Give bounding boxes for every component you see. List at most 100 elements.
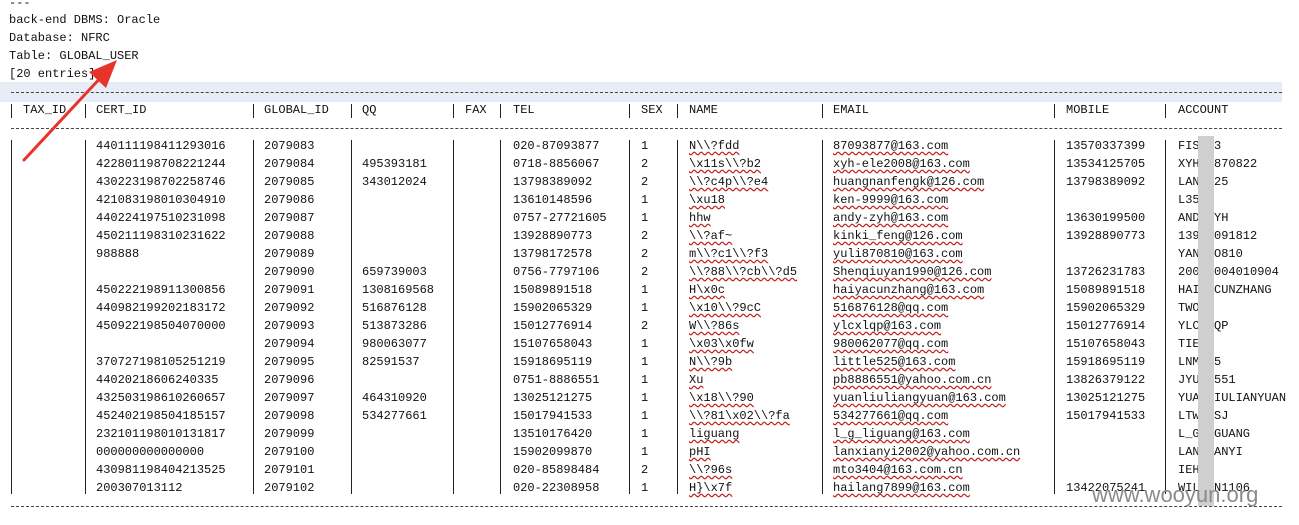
cell-cert-id: 440982199202183172 <box>96 301 226 315</box>
column-separator <box>1054 140 1055 494</box>
column-separator <box>629 140 630 494</box>
cell-sex: 2 <box>641 157 649 171</box>
cell-email: 516876128@qq.com <box>833 301 949 315</box>
cell-sex: 1 <box>641 139 649 153</box>
cell-email: haiyacunzhang@163.com <box>833 283 985 297</box>
cell-account: LANXIANYI <box>1178 443 1294 461</box>
cell-mobile: 13826379122 <box>1066 373 1146 387</box>
cell-sex: 1 <box>641 427 649 441</box>
column-header-qq: QQ <box>362 103 377 117</box>
header-column-separator <box>1165 104 1166 118</box>
cell-global-id: 2079099 <box>264 427 315 441</box>
cell-name: \xu18 <box>689 193 726 207</box>
entries-line: [20 entries] <box>9 67 96 81</box>
cell-mobile: 15918695119 <box>1066 355 1146 369</box>
cell-account: L3510 <box>1178 193 1215 207</box>
cell-tel: 0718-8856067 <box>513 157 600 171</box>
cell-qq: 1308169568 <box>362 283 435 297</box>
cell-email: lanxianyi2002@yahoo.com.cn <box>833 445 1021 459</box>
cell-name: m\\?c1\\?f3 <box>689 247 769 261</box>
cell-name: \\?96s <box>689 463 733 477</box>
column-separator <box>500 140 501 494</box>
cell-sex: 1 <box>641 391 649 405</box>
cell-mobile: 13630199500 <box>1066 211 1146 225</box>
cell-name: \\?81\x02\\?fa <box>689 409 790 423</box>
header-column-separator <box>1054 104 1055 118</box>
header-column-separator <box>253 104 254 118</box>
cell-tel: 0757-27721605 <box>513 211 607 225</box>
cell-qq: 82591537 <box>362 355 420 369</box>
column-separator <box>11 140 12 494</box>
cell-name: \x18\\?90 <box>689 391 754 405</box>
cell-sex: 2 <box>641 265 649 279</box>
cell-account: LNM525 <box>1178 353 1294 371</box>
cell-cert-id: 450211198310231622 <box>96 229 226 243</box>
column-separator <box>1165 140 1166 494</box>
cell-cert-id: 430981198404213525 <box>96 463 226 477</box>
cell-name: pHI <box>689 445 711 459</box>
cell-tel: 13610148596 <box>513 193 593 207</box>
cell-account: LTWNPSJ <box>1178 407 1294 425</box>
cell-qq: 464310920 <box>362 391 427 405</box>
cell-sex: 1 <box>641 409 649 423</box>
cell-mobile: 15012776914 <box>1066 319 1146 333</box>
header-column-separator <box>85 104 86 118</box>
cell-tel: 15089891518 <box>513 283 593 297</box>
cell-cert-id: 440224197510231098 <box>96 211 226 225</box>
cell-account: YLCXLQP <box>1178 317 1294 335</box>
scrollbar-thumb[interactable] <box>1198 136 1214 506</box>
cell-email: ylcxlqp@163.com <box>833 319 942 333</box>
cell-account: YUANLIULIANYUAN <box>1178 391 1287 405</box>
cell-name: Xu <box>689 373 704 387</box>
cell-account: HAIYACUNZHANG <box>1178 283 1272 297</box>
cell-email: little525@163.com <box>833 355 956 369</box>
header-column-separator <box>677 104 678 118</box>
cell-cert-id: 432503198610260657 <box>96 391 226 405</box>
cell-tel: 020-85898484 <box>513 463 600 477</box>
cell-name: \x11s\\?b2 <box>689 157 762 171</box>
cell-sex: 1 <box>641 481 649 495</box>
cell-email: 534277661@qq.com <box>833 409 949 423</box>
cell-sex: 2 <box>641 229 649 243</box>
column-separator <box>253 140 254 494</box>
cell-qq: 343012024 <box>362 175 427 189</box>
cell-account: JYU86551 <box>1178 371 1294 389</box>
cell-name: hhw <box>689 211 711 225</box>
column-header-email: EMAIL <box>833 103 870 117</box>
column-separator <box>351 140 352 494</box>
cell-tel: 15902065329 <box>513 301 593 315</box>
cell-cert-id: 422801198708221244 <box>96 157 226 171</box>
header-column-separator <box>351 104 352 118</box>
header-column-separator <box>11 104 12 118</box>
cell-qq: 534277661 <box>362 409 427 423</box>
cell-global-id: 2079087 <box>264 211 315 225</box>
cell-name: H\x0c <box>689 283 726 297</box>
cell-global-id: 2079094 <box>264 337 315 351</box>
cell-tel: 15902099870 <box>513 445 593 459</box>
cell-account: LANC025 <box>1178 173 1294 191</box>
watermark-text: www.wooyun.org <box>1092 482 1259 507</box>
cell-qq: 495393181 <box>362 157 427 171</box>
cell-cert-id: 44020218606240335 <box>96 373 219 387</box>
column-header-tel: TEL <box>513 103 535 117</box>
cell-cert-id: 000000000000000 <box>96 445 205 459</box>
cell-tel: 020-22308958 <box>513 481 600 495</box>
cell-account: FIS123 <box>1178 137 1294 155</box>
cell-sex: 2 <box>641 247 649 261</box>
cell-tel: 13798172578 <box>513 247 593 261</box>
cell-mobile: 15017941533 <box>1066 409 1146 423</box>
cell-email: yuanliuliangyuan@163.com <box>833 391 1006 405</box>
database-line: Database: NFRC <box>9 31 110 45</box>
cell-tel: 15107658043 <box>513 337 593 351</box>
column-header-sex: SEX <box>641 103 663 117</box>
cell-mobile: 15902065329 <box>1066 301 1146 315</box>
table-top-border <box>11 92 1282 93</box>
cell-cert-id: 200307013112 <box>96 481 183 495</box>
cell-tel: 15918695119 <box>513 355 593 369</box>
cell-global-id: 2079085 <box>264 175 315 189</box>
cell-sex: 1 <box>641 373 649 387</box>
cell-tel: 13798389092 <box>513 175 593 189</box>
cell-sex: 1 <box>641 193 649 207</box>
cell-mobile: 15089891518 <box>1066 283 1146 297</box>
cell-cert-id: 440111198411293016 <box>96 139 226 153</box>
